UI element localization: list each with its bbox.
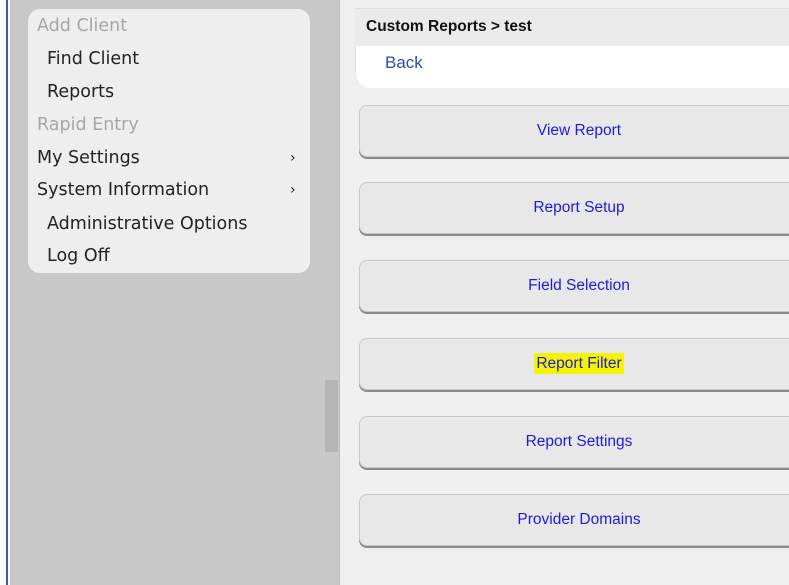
view-report-button[interactable]: View Report [359,105,789,157]
sidebar-item-label: Administrative Options [47,214,248,234]
sidebar-item-log-off[interactable]: Log Off [28,241,329,271]
sidebar-item-my-settings[interactable]: My Settings › [28,143,319,173]
window-left-edge [0,0,10,585]
sidebar-item-system-information[interactable]: System Information › [28,175,319,205]
pane-splitter[interactable] [325,0,340,585]
button-label: Report Settings [525,433,633,450]
sidebar-item-label: My Settings [37,148,140,168]
sidebar-item-find-client[interactable]: Find Client [28,44,329,74]
report-filter-button[interactable]: Report Filter [359,338,789,390]
sidebar-item-label: Find Client [47,49,140,69]
breadcrumb-bar: Custom Reports > test [355,8,789,47]
sidebar-item-label: System Information [37,180,210,200]
field-selection-button[interactable]: Field Selection [359,260,789,312]
button-label: View Report [536,122,622,139]
chevron-right-icon: › [290,182,296,198]
breadcrumb: Custom Reports > test [366,18,532,35]
sidebar-item-label: Reports [47,82,115,102]
report-settings-button[interactable]: Report Settings [359,416,789,468]
button-label: Field Selection [528,277,630,294]
report-setup-button[interactable]: Report Setup [359,182,789,234]
button-label: Report Filter [534,353,624,374]
provider-domains-button[interactable]: Provider Domains [359,494,789,546]
splitter-handle[interactable] [325,380,338,452]
back-button[interactable]: Back [385,53,423,73]
sidebar-item-label: Add Client [37,16,128,36]
sidebar-item-reports[interactable]: Reports [28,77,329,107]
button-label: Provider Domains [517,511,641,528]
sidebar-item-administrative-options[interactable]: Administrative Options [28,209,329,239]
sidebar-menu: Add Client Find Client Reports Rapid Ent… [28,9,310,273]
sidebar-item-label: Rapid Entry [37,115,139,135]
sidebar-item-add-client: Add Client [28,11,319,41]
back-bar: Back [355,46,789,88]
button-label: Report Setup [533,199,625,216]
chevron-right-icon: › [290,150,296,166]
sidebar-item-label: Log Off [47,246,110,266]
sidebar-item-rapid-entry: Rapid Entry [28,110,319,140]
